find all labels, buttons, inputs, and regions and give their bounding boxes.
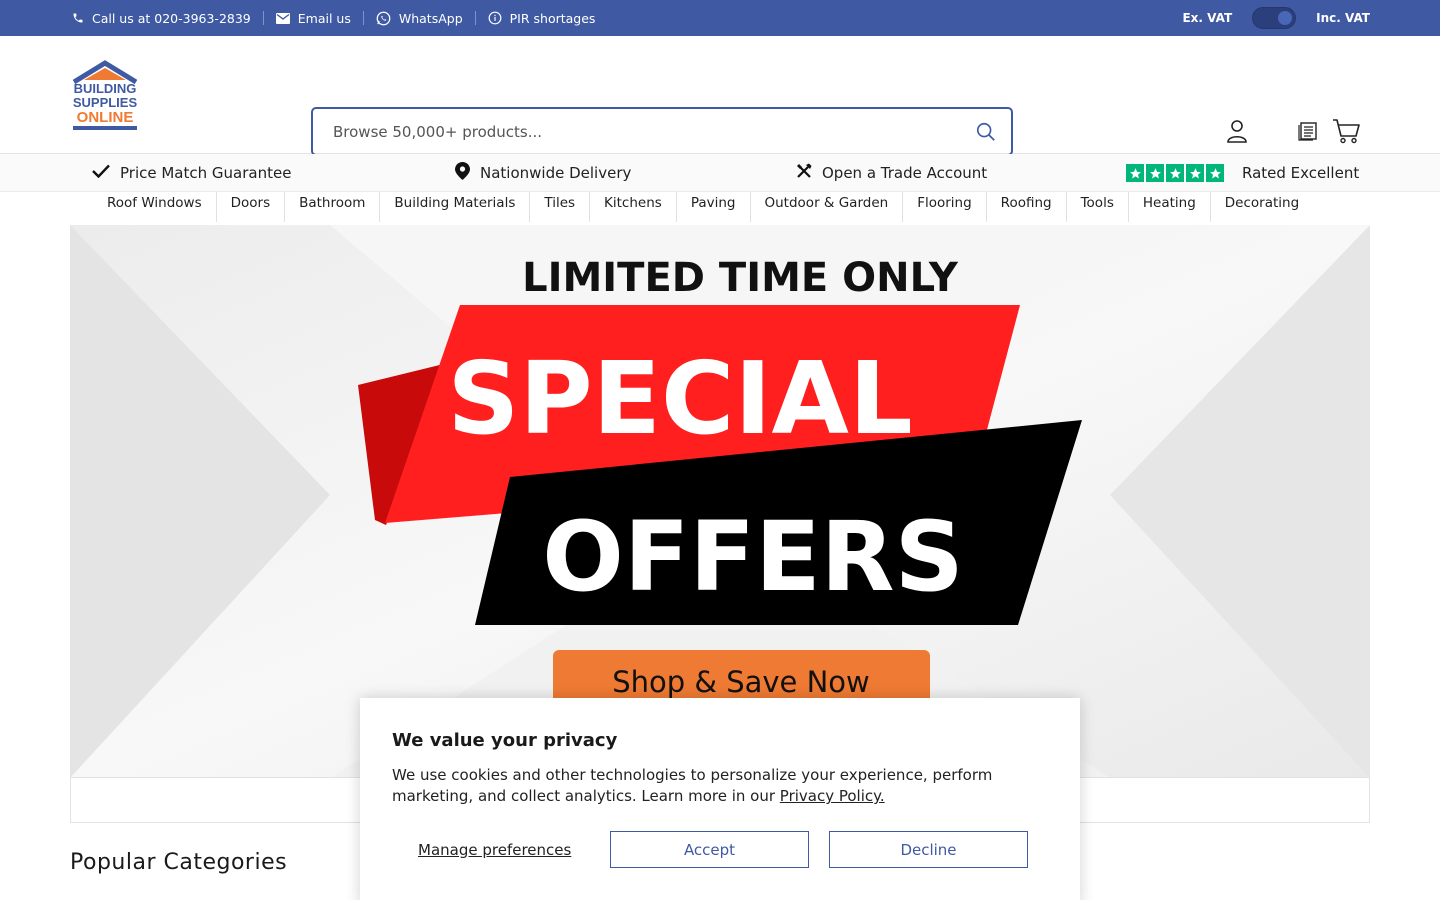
delivery-label: Nationwide Delivery: [480, 164, 632, 182]
logo-line-3: ONLINE: [77, 109, 134, 126]
email-label: Email us: [297, 10, 351, 26]
star-icon: [1186, 164, 1204, 182]
cookie-title: We value your privacy: [392, 730, 618, 751]
hero-top-line: LIMITED TIME ONLY: [522, 255, 959, 301]
usp-price-match: Price Match Guarantee: [92, 154, 291, 192]
cart-icon[interactable]: [1332, 118, 1360, 144]
hero-graphic: LIMITED TIME ONLY SPECIAL OFFERS Shop & …: [70, 225, 1370, 778]
popular-categories-title: Popular Categories: [70, 850, 288, 875]
hero-banner[interactable]: LIMITED TIME ONLY SPECIAL OFFERS Shop & …: [70, 225, 1370, 778]
inc-vat-label[interactable]: Inc. VAT: [1316, 11, 1370, 25]
tools-icon: [796, 163, 812, 183]
divider: [262, 11, 264, 25]
star-icon: [1166, 164, 1184, 182]
top-bar: Call us at 020-3963-2839 Email us WhatsA…: [0, 0, 1440, 36]
accept-button[interactable]: Accept: [610, 831, 809, 868]
star-icon: [1206, 164, 1224, 182]
search-input[interactable]: [333, 122, 975, 141]
vat-switch-group: Ex. VAT Inc. VAT: [1182, 7, 1370, 29]
hero-word-special: SPECIAL: [447, 340, 912, 457]
decline-button[interactable]: Decline: [829, 831, 1028, 868]
search-box: [311, 107, 1013, 156]
top-bar-links: Call us at 020-3963-2839 Email us WhatsA…: [72, 11, 595, 26]
trustpilot-stars: [1126, 164, 1224, 182]
cookie-body: We use cookies and other technologies to…: [392, 765, 1032, 807]
ex-vat-label[interactable]: Ex. VAT: [1182, 11, 1232, 25]
divider: [474, 11, 476, 25]
rated-excellent-label: Rated Excellent: [1242, 164, 1360, 182]
mail-icon: [275, 12, 290, 24]
cookie-body-text: We use cookies and other technologies to…: [392, 766, 993, 805]
star-icon: [1146, 164, 1164, 182]
price-match-label: Price Match Guarantee: [120, 164, 292, 182]
hero-cta-label: Shop & Save Now: [612, 665, 870, 699]
search-icon[interactable]: [975, 121, 997, 143]
pir-shortages-link[interactable]: PIR shortages: [488, 10, 596, 26]
info-icon: [488, 11, 502, 25]
logo-line-1: BUILDING: [74, 81, 137, 96]
site-header: BUILDING SUPPLIES ONLINE Roof Windows Do…: [0, 36, 1440, 222]
pir-label: PIR shortages: [509, 10, 596, 26]
checkmark-icon: [92, 164, 110, 182]
usp-trade-account[interactable]: Open a Trade Account: [796, 154, 987, 192]
privacy-policy-link[interactable]: Privacy Policy.: [780, 787, 885, 805]
whatsapp-link[interactable]: WhatsApp: [376, 11, 463, 26]
divider: [362, 11, 364, 25]
email-link[interactable]: Email us: [275, 10, 351, 26]
usp-delivery: Nationwide Delivery: [455, 154, 631, 192]
whatsapp-label: WhatsApp: [398, 10, 463, 26]
star-icon: [1126, 164, 1144, 182]
hero-word-offers: OFFERS: [542, 501, 963, 613]
vat-toggle[interactable]: [1252, 7, 1297, 29]
logo-line-2: SUPPLIES: [73, 95, 138, 110]
trade-account-label: Open a Trade Account: [822, 164, 988, 182]
account-icon[interactable]: [1226, 119, 1248, 143]
logo[interactable]: BUILDING SUPPLIES ONLINE: [70, 60, 140, 132]
header-actions: [1226, 118, 1360, 144]
usp-rating[interactable]: Rated Excellent: [1126, 154, 1359, 192]
call-label: Call us at 020-3963-2839: [92, 10, 251, 26]
vat-toggle-knob: [1278, 11, 1293, 25]
location-pin-icon: [455, 162, 470, 184]
usp-bar: Price Match Guarantee Nationwide Deliver…: [0, 154, 1440, 192]
quote-list-icon[interactable]: [1298, 121, 1318, 141]
phone-icon: [72, 12, 84, 24]
call-link[interactable]: Call us at 020-3963-2839: [72, 11, 251, 26]
cookie-consent-dialog: We value your privacy We use cookies and…: [360, 698, 1080, 900]
cookie-actions: Manage preferences Accept Decline: [392, 831, 1028, 868]
manage-preferences-link[interactable]: Manage preferences: [392, 841, 610, 859]
whatsapp-icon: [376, 11, 391, 26]
